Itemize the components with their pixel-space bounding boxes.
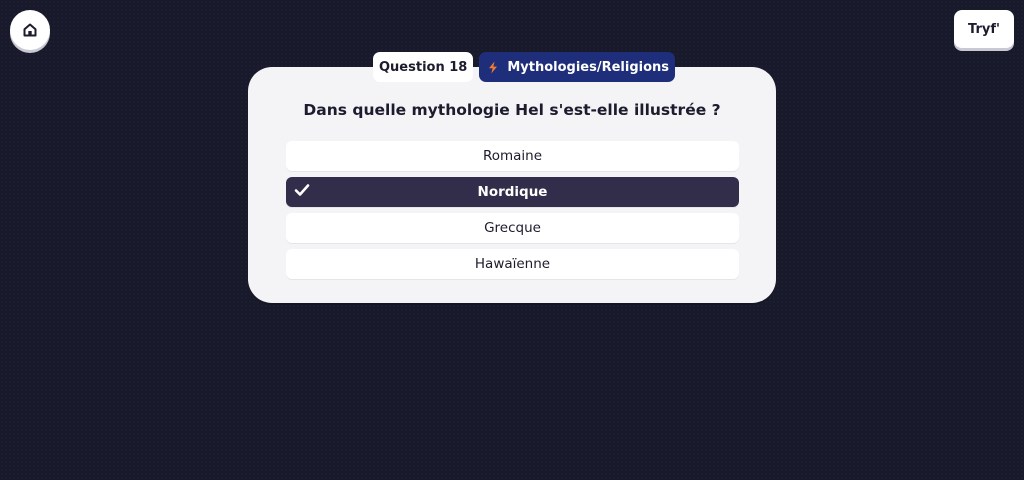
- answer-option[interactable]: Hawaïenne: [286, 249, 739, 279]
- answer-option-label: Nordique: [477, 184, 548, 200]
- question-badges: Question 18 Mythologies/Religions: [373, 52, 676, 82]
- answer-option-label: Grecque: [484, 220, 541, 236]
- checkmark-icon: [294, 183, 310, 201]
- category-label: Mythologies/Religions: [507, 59, 670, 75]
- answer-option[interactable]: Romaine: [286, 141, 739, 171]
- answer-option[interactable]: Grecque: [286, 213, 739, 243]
- brand-label: Tryf': [968, 21, 1000, 37]
- answer-option-selected[interactable]: Nordique: [286, 177, 739, 207]
- answer-option-label: Romaine: [482, 148, 543, 164]
- answer-option-label: Hawaïenne: [474, 256, 551, 272]
- brand-button[interactable]: Tryf': [954, 10, 1014, 48]
- category-badge: Mythologies/Religions: [479, 52, 676, 82]
- question-text: Dans quelle mythologie Hel s'est-elle il…: [303, 101, 721, 119]
- answer-options: Romaine Nordique Grecque Hawaïenne: [286, 141, 739, 279]
- question-number-label: Question 18: [379, 59, 468, 75]
- lightning-icon: [485, 61, 501, 74]
- quiz-card: Dans quelle mythologie Hel s'est-elle il…: [248, 67, 776, 303]
- home-button[interactable]: [10, 10, 50, 50]
- home-icon: [22, 22, 38, 38]
- question-number-badge: Question 18: [373, 52, 474, 82]
